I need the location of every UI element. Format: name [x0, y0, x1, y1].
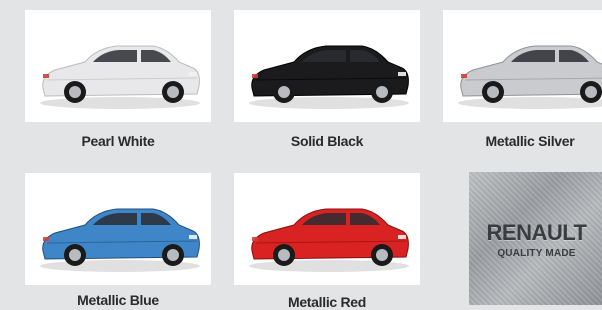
- badge-tagline-text: QUALITY MADE: [497, 248, 576, 259]
- car-image-card: [25, 173, 211, 285]
- swatch-label: Pearl White: [81, 133, 155, 149]
- renault-quality-badge: RENAULT QUALITY MADE: [469, 172, 602, 305]
- car-image: [458, 45, 602, 109]
- car-image: [40, 45, 200, 109]
- car-image-card: [234, 10, 420, 122]
- car-image-card: [443, 10, 602, 122]
- swatch-metallic-red[interactable]: Metallic Red: [234, 173, 420, 310]
- swatch-metallic-blue[interactable]: Metallic Blue: [25, 173, 211, 309]
- swatch-metallic-silver[interactable]: Metallic Silver: [443, 10, 602, 160]
- swatch-label: Metallic Silver: [485, 133, 575, 149]
- swatch-label: Solid Black: [290, 133, 364, 149]
- car-image: [40, 208, 200, 272]
- swatch-label: Metallic Red: [287, 294, 367, 310]
- swatch-solid-black[interactable]: Solid Black: [234, 10, 420, 160]
- badge-brand-text: RENAULT: [486, 220, 587, 245]
- car-image-card: [25, 10, 211, 122]
- car-image-card: [234, 173, 420, 285]
- car-image: [249, 45, 409, 109]
- swatch-pearl-white[interactable]: Pearl White: [25, 10, 211, 160]
- swatch-label: Metallic Blue: [77, 292, 159, 308]
- car-image: [249, 208, 409, 272]
